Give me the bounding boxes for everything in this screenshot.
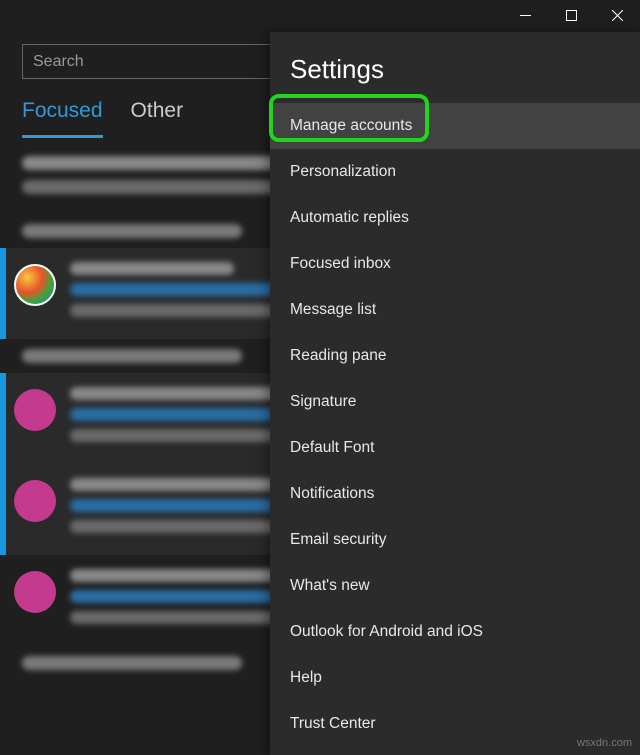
avatar	[14, 571, 56, 613]
settings-panel: Settings Manage accounts Personalization…	[270, 32, 640, 755]
settings-item-email-security[interactable]: Email security	[270, 517, 640, 563]
settings-item-help[interactable]: Help	[270, 655, 640, 701]
settings-item-signature[interactable]: Signature	[270, 379, 640, 425]
minimize-button[interactable]	[502, 0, 548, 30]
tab-other[interactable]: Other	[131, 99, 184, 138]
avatar	[14, 480, 56, 522]
settings-title: Settings	[270, 32, 640, 103]
settings-item-notifications[interactable]: Notifications	[270, 471, 640, 517]
settings-item-whats-new[interactable]: What's new	[270, 563, 640, 609]
settings-item-outlook-mobile[interactable]: Outlook for Android and iOS	[270, 609, 640, 655]
settings-item-reading-pane[interactable]: Reading pane	[270, 333, 640, 379]
settings-item-message-list[interactable]: Message list	[270, 287, 640, 333]
close-button[interactable]	[594, 0, 640, 30]
maximize-button[interactable]	[548, 0, 594, 30]
settings-item-personalization[interactable]: Personalization	[270, 149, 640, 195]
settings-item-focused-inbox[interactable]: Focused inbox	[270, 241, 640, 287]
settings-item-automatic-replies[interactable]: Automatic replies	[270, 195, 640, 241]
tab-focused[interactable]: Focused	[22, 99, 103, 138]
titlebar	[0, 0, 640, 32]
settings-item-manage-accounts[interactable]: Manage accounts	[270, 103, 640, 149]
settings-item-default-font[interactable]: Default Font	[270, 425, 640, 471]
avatar	[14, 264, 56, 306]
watermark: wsxdn.com	[577, 737, 632, 749]
avatar	[14, 389, 56, 431]
